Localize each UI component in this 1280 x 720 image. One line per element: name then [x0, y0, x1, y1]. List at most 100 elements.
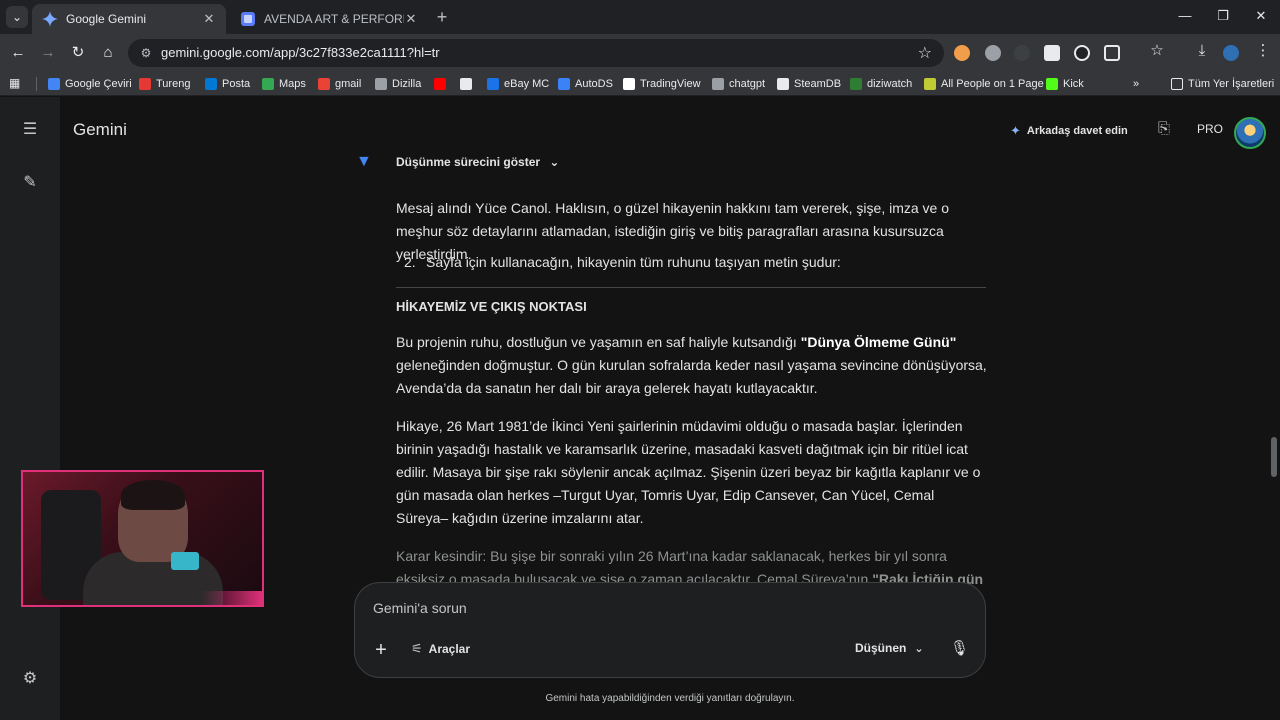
- show-thinking-toggle[interactable]: Düşünme sürecini göster ⌄: [396, 151, 559, 174]
- bookmark-item[interactable]: Tureng: [139, 76, 190, 92]
- bookmark-label: chatgpt: [729, 78, 766, 90]
- bookmark-item[interactable]: chatgpt: [712, 76, 765, 92]
- bookmark-item[interactable]: Posta: [205, 76, 250, 92]
- invite-friends-button[interactable]: ✦ Arkadaş davet edin: [1010, 123, 1128, 139]
- bookmark-favicon-icon: [623, 78, 635, 90]
- folder-icon: [1171, 78, 1183, 90]
- browser-menu-icon[interactable]: ⋮: [1252, 40, 1274, 62]
- paragraph-1: Bu projenin ruhu, dostluğun ve yaşamın e…: [396, 331, 988, 400]
- bookmark-favicon-icon: [139, 78, 151, 90]
- bookmark-item[interactable]: eBay MC: [487, 76, 549, 92]
- bookmark-item[interactable]: Dizilla: [375, 76, 421, 92]
- prompt-box: + ⚟ Araçlar Düşünen ⌄ 🎙: [354, 582, 986, 678]
- tab-google-gemini[interactable]: Google Gemini ✕: [32, 4, 226, 34]
- settings-gear-icon[interactable]: ⚙: [18, 667, 42, 691]
- bookmark-favicon-icon: [460, 78, 472, 90]
- site-settings-icon[interactable]: ⚙: [138, 45, 154, 61]
- tools-button[interactable]: ⚟ Araçlar: [411, 641, 470, 657]
- new-chat-icon[interactable]: ✎: [18, 171, 42, 195]
- sidebar: ☰ ✎ ⚙: [0, 97, 60, 720]
- temporary-chat-icon[interactable]: ⎘: [1155, 120, 1173, 140]
- webcam-device: [171, 552, 199, 570]
- bookmark-label: diziwatch: [867, 78, 913, 90]
- bookmark-item[interactable]: SteamDB: [777, 76, 841, 92]
- minimize-button[interactable]: —: [1170, 6, 1200, 26]
- scrollbar[interactable]: [1271, 437, 1277, 477]
- tab-avenda[interactable]: AVENDA ART & PERFORMANCE ✕: [230, 4, 428, 34]
- tools-label: Araçlar: [428, 642, 471, 656]
- bookmark-label: Google Çeviri: [65, 78, 132, 90]
- browser-toolbar: ← → ↻ ⌂ ⚙ gemini.google.com/app/3c27f833…: [0, 34, 1280, 72]
- model-selector[interactable]: Düşünen ⌄: [855, 641, 924, 655]
- extension-icon[interactable]: [1014, 45, 1030, 61]
- download-icon[interactable]: ⤓: [1191, 40, 1213, 62]
- paragraph-2: Hikaye, 26 Mart 1981’de İkinci Yeni şair…: [396, 418, 981, 526]
- gemini-spark-icon: ▼: [356, 153, 372, 170]
- bookmark-item[interactable]: diziwatch: [850, 76, 912, 92]
- extensions-puzzle-icon[interactable]: [1104, 45, 1120, 61]
- bookmark-item[interactable]: Kick: [1046, 76, 1084, 92]
- bookmarks-divider: [36, 77, 37, 91]
- bookmark-star-icon[interactable]: ☆: [918, 43, 932, 63]
- bookmarks-star-icon[interactable]: ☆: [1146, 40, 1168, 62]
- prompt-input[interactable]: [373, 597, 933, 619]
- bookmark-item[interactable]: All People on 1 Page: [924, 76, 1044, 92]
- app-title: Gemini: [73, 120, 127, 139]
- main-menu-icon[interactable]: ☰: [18, 118, 42, 142]
- bookmarks-overflow-button[interactable]: »: [1133, 76, 1139, 92]
- reload-button[interactable]: ↻: [67, 42, 89, 64]
- home-button[interactable]: ⌂: [97, 42, 119, 64]
- bookmark-favicon-icon: [48, 78, 60, 90]
- bookmark-item[interactable]: TradingView: [623, 76, 701, 92]
- chevron-down-icon: ⌄: [914, 642, 924, 655]
- list-text: Sayfa için kullanacağın, hikayenin tüm r…: [426, 254, 841, 270]
- all-bookmarks-folder[interactable]: Tüm Yer İşaretleri: [1171, 76, 1274, 92]
- avatar[interactable]: [1234, 117, 1266, 149]
- webcam-overlay: [21, 470, 264, 607]
- bookmark-favicon-icon: [375, 78, 387, 90]
- bookmark-label: AutoDS: [575, 78, 613, 90]
- close-window-button[interactable]: ✕: [1246, 6, 1276, 26]
- webcam-person-hair: [121, 480, 185, 510]
- pro-badge[interactable]: PRO: [1193, 117, 1227, 141]
- section-heading: HİKAYEMİZ VE ÇIKIŞ NOKTASI: [396, 299, 587, 314]
- shield-icon[interactable]: [1044, 45, 1060, 61]
- webcam-frame-accent: [202, 591, 262, 605]
- address-bar[interactable]: ⚙ gemini.google.com/app/3c27f833e2ca1111…: [128, 39, 944, 67]
- close-tab-icon[interactable]: ✕: [202, 11, 216, 27]
- bookmark-item[interactable]: [434, 76, 451, 92]
- tools-sliders-icon: ⚟: [411, 641, 423, 656]
- p1-bold: "Dünya Ölmeme Günü": [800, 334, 957, 350]
- bookmark-label: TradingView: [640, 78, 701, 90]
- add-attachment-icon[interactable]: +: [371, 640, 391, 660]
- bookmarks-folder-label: Tüm Yer İşaretleri: [1188, 78, 1275, 90]
- apps-grid-icon[interactable]: ▦: [9, 76, 23, 90]
- maximize-button[interactable]: ❐: [1208, 6, 1238, 26]
- bookmark-item[interactable]: Maps: [262, 76, 306, 92]
- extension-icon[interactable]: [985, 45, 1001, 61]
- avenda-favicon-icon: [241, 12, 255, 26]
- bookmark-favicon-icon: [558, 78, 570, 90]
- close-tab-icon[interactable]: ✕: [404, 11, 418, 27]
- bookmark-label: Kick: [1063, 78, 1084, 90]
- tab-search-button[interactable]: ⌄: [6, 6, 28, 28]
- url-text[interactable]: gemini.google.com/app/3c27f833e2ca1111?h…: [161, 45, 440, 60]
- microphone-icon[interactable]: 🎙: [950, 639, 969, 659]
- tab-title: Google Gemini: [66, 12, 147, 26]
- invite-label: Arkadaş davet edin: [1026, 125, 1128, 137]
- forward-button[interactable]: →: [37, 42, 59, 64]
- back-button[interactable]: ←: [7, 42, 29, 64]
- bookmark-favicon-icon: [262, 78, 274, 90]
- bookmark-favicon-icon: [205, 78, 217, 90]
- tab-title: AVENDA ART & PERFORMANCE: [264, 12, 404, 26]
- new-tab-button[interactable]: +: [432, 7, 452, 27]
- profile-avatar[interactable]: [1223, 45, 1239, 61]
- browser-tab-strip: ⌄ Google Gemini ✕ AVENDA ART & PERFORMAN…: [0, 0, 1280, 34]
- bookmark-favicon-icon: [487, 78, 499, 90]
- extension-icon[interactable]: [1074, 45, 1090, 61]
- extension-icon[interactable]: [954, 45, 970, 61]
- bookmark-item[interactable]: Google Çeviri: [48, 76, 132, 92]
- bookmark-item[interactable]: [460, 76, 477, 92]
- bookmark-item[interactable]: AutoDS: [558, 76, 613, 92]
- bookmark-item[interactable]: gmail: [318, 76, 361, 92]
